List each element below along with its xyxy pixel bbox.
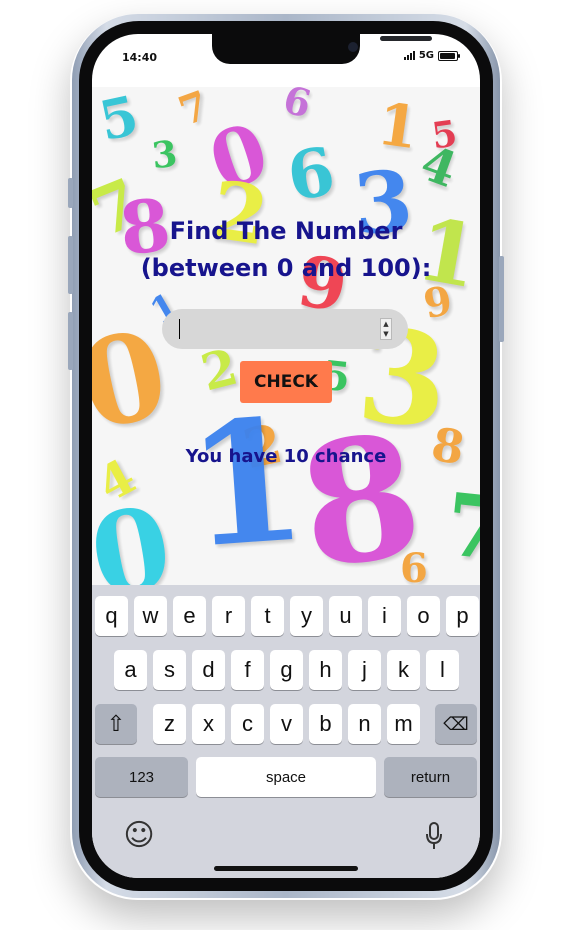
key-e[interactable]: e [173,596,206,636]
web-content: 5 7 6 1 5 0 3 6 4 7 8 2 3 1 9 1 9 0 2 5 … [92,87,480,585]
number-input[interactable]: ▲ ▼ [162,309,408,349]
mute-switch [68,178,73,208]
emoji-icon[interactable]: ☺ [122,819,156,853]
backspace-icon[interactable]: ⌫ [435,704,477,744]
key-h[interactable]: h [309,650,342,690]
power-button [499,256,504,342]
volume-up-button [68,236,73,294]
title-line-2: (between 0 and 100): [140,254,432,282]
key-u[interactable]: u [329,596,362,636]
numbers-key[interactable]: 123 [95,757,188,797]
status-icons: 5G [403,50,460,61]
keyboard-row-1: q w e r t y u i o p [92,596,480,636]
stepper-down-icon[interactable]: ▼ [381,329,391,339]
key-r[interactable]: r [212,596,245,636]
space-key[interactable]: space [196,757,376,797]
keyboard-row-2: a s d f g h j k l [92,650,480,690]
key-q[interactable]: q [95,596,128,636]
keyboard-row-3: ⇧ z x c v b n m ⌫ [92,704,480,744]
key-l[interactable]: l [426,650,459,690]
key-b[interactable]: b [309,704,342,744]
key-d[interactable]: d [192,650,225,690]
key-m[interactable]: m [387,704,420,744]
key-z[interactable]: z [153,704,186,744]
key-f[interactable]: f [231,650,264,690]
chance-counter: You have 10 chance [185,446,387,467]
page-title: Find The Number (between 0 and 100): [92,213,480,287]
key-o[interactable]: o [407,596,440,636]
key-c[interactable]: c [231,704,264,744]
title-line-1: Find The Number [169,217,403,245]
stepper-up-icon[interactable]: ▲ [381,319,391,329]
check-button[interactable]: CHECK [240,361,332,403]
speaker-grille [380,36,432,41]
keyboard: q w e r t y u i o p a s d f g h j k l ⇧ … [92,585,480,878]
key-i[interactable]: i [368,596,401,636]
key-s[interactable]: s [153,650,186,690]
front-camera [348,42,358,52]
text-caret [179,319,180,339]
battery-icon [438,50,460,61]
volume-down-button [68,312,73,370]
key-t[interactable]: t [251,596,284,636]
key-k[interactable]: k [387,650,420,690]
key-j[interactable]: j [348,650,381,690]
key-w[interactable]: w [134,596,167,636]
key-x[interactable]: x [192,704,225,744]
key-a[interactable]: a [114,650,147,690]
signal-icon [403,51,415,60]
notch [212,34,432,64]
key-g[interactable]: g [270,650,303,690]
home-indicator[interactable] [214,866,358,871]
keyboard-row-4: 123 space return [92,757,480,797]
network-label: 5G [418,50,434,61]
phone-screen: 14:40 5G 5 7 6 1 5 0 3 6 4 7 8 2 3 1 9 1… [92,34,480,878]
key-n[interactable]: n [348,704,381,744]
status-time: 14:40 [122,51,158,64]
shift-icon[interactable]: ⇧ [95,704,137,744]
return-key[interactable]: return [384,757,477,797]
key-p[interactable]: p [446,596,479,636]
microphone-icon[interactable] [424,821,444,853]
key-v[interactable]: v [270,704,303,744]
key-y[interactable]: y [290,596,323,636]
number-stepper[interactable]: ▲ ▼ [380,318,392,340]
